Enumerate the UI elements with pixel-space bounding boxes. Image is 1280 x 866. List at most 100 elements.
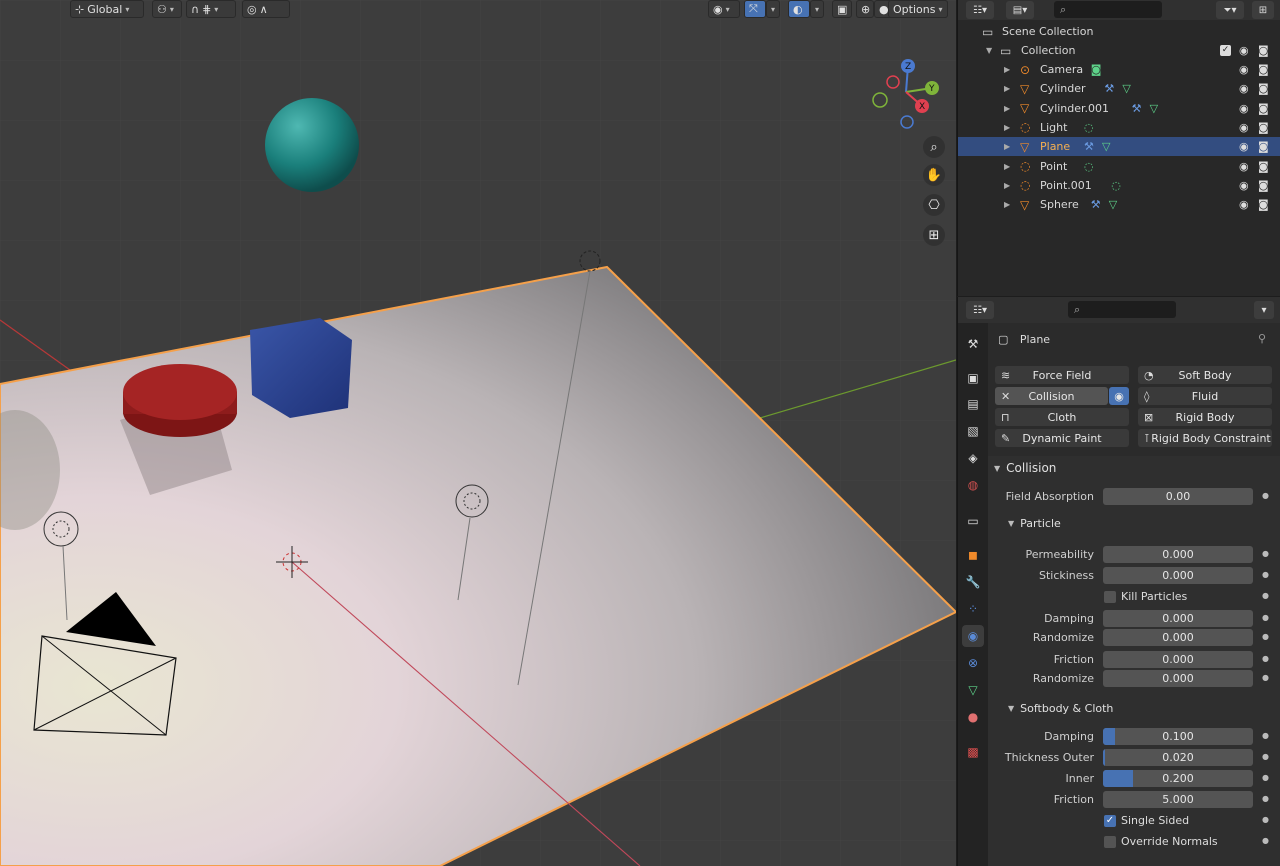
- material-tab-icon[interactable]: ●: [962, 706, 984, 728]
- dynamic-paint-button[interactable]: ✎ Dynamic Paint: [995, 429, 1129, 447]
- keyframe-dot-icon[interactable]: ●: [1262, 836, 1269, 845]
- outliner-row-sphere[interactable]: ▶ ▽ Sphere ⚒ ▽ ◉ ◙: [958, 195, 1280, 214]
- display-mode-button[interactable]: ▤▾: [1006, 1, 1034, 19]
- softbody-subpanel-header[interactable]: ▼ Softbody & Cloth: [1008, 702, 1113, 715]
- orientation-dropdown[interactable]: ⊹ Global ▾: [70, 0, 144, 18]
- outliner-row-camera[interactable]: ▶ ⊙ Camera ◙ ◉ ◙: [958, 60, 1280, 79]
- zoom-icon[interactable]: ⌕: [923, 136, 945, 158]
- thickness-outer-slider[interactable]: 0.020: [1103, 749, 1253, 766]
- expand-arrow-icon[interactable]: ▶: [1004, 200, 1010, 209]
- expand-arrow-icon[interactable]: ▶: [1004, 65, 1010, 74]
- expand-arrow-icon[interactable]: ▶: [1004, 142, 1010, 151]
- output-tab-icon[interactable]: ▤: [962, 393, 984, 415]
- field-absorption-field[interactable]: 0.00: [1103, 488, 1253, 505]
- collapse-arrow-icon[interactable]: ▼: [986, 46, 992, 55]
- viewport-scene[interactable]: [0, 0, 956, 866]
- keyframe-dot-icon[interactable]: ●: [1262, 591, 1269, 600]
- render-camera-icon[interactable]: ◙: [1258, 160, 1269, 173]
- render-camera-icon[interactable]: ◙: [1258, 140, 1269, 153]
- keyframe-dot-icon[interactable]: ●: [1262, 773, 1269, 782]
- keyframe-dot-icon[interactable]: ●: [1262, 613, 1269, 622]
- render-camera-icon[interactable]: ◙: [1258, 121, 1269, 134]
- light-data-icon[interactable]: ◌: [1111, 179, 1121, 192]
- new-collection-button[interactable]: ⊞: [1252, 1, 1274, 19]
- fluid-button[interactable]: ◊ Fluid: [1138, 387, 1272, 405]
- render-camera-icon[interactable]: ◙: [1258, 179, 1269, 192]
- eye-icon[interactable]: ◉: [1239, 198, 1249, 211]
- keyframe-dot-icon[interactable]: ●: [1262, 794, 1269, 803]
- pivot-dropdown[interactable]: ⚇ ▾: [152, 0, 182, 18]
- kill-particles-checkbox[interactable]: Kill Particles: [1104, 590, 1187, 603]
- mesh-data-icon[interactable]: ▽: [1109, 198, 1117, 211]
- collision-button[interactable]: ✕ Collision: [995, 387, 1108, 405]
- friction-randomize-field[interactable]: 0.000: [1103, 670, 1253, 687]
- outliner-row-cylinder[interactable]: ▶ ▽ Cylinder ⚒ ▽ ◉ ◙: [958, 79, 1280, 98]
- 3d-viewport[interactable]: ⊹ Global ▾ ⚇▾ ∩⋕▾ ◎∧ ◉▾ ⤧ ▾ ◐ ▾ ▣ ⊕ ● ◑ …: [0, 0, 956, 866]
- light-data-icon[interactable]: ◌: [1084, 160, 1094, 173]
- camera-view-icon[interactable]: ⎔: [923, 194, 945, 216]
- rigid-body-button[interactable]: ⊠ Rigid Body: [1138, 408, 1272, 426]
- mesh-data-icon[interactable]: ▽: [1122, 82, 1130, 95]
- collision-visibility-toggle[interactable]: ◉: [1109, 387, 1129, 405]
- override-normals-checkbox[interactable]: Override Normals: [1104, 835, 1218, 848]
- overlays-toggle[interactable]: ◐: [788, 0, 810, 18]
- stickiness-field[interactable]: 0.000: [1103, 567, 1253, 584]
- render-camera-icon[interactable]: ◙: [1258, 198, 1269, 211]
- filter-button[interactable]: ⏷▾: [1216, 1, 1244, 19]
- permeability-field[interactable]: 0.000: [1103, 546, 1253, 563]
- keyframe-dot-icon[interactable]: ●: [1262, 654, 1269, 663]
- rigid-body-constraint-button[interactable]: ⊺ Rigid Body Constraint: [1138, 429, 1272, 447]
- single-sided-checkbox[interactable]: ✓ Single Sided: [1104, 814, 1189, 827]
- outliner-search-input[interactable]: ⌕: [1054, 1, 1162, 18]
- light-data-icon[interactable]: ◌: [1084, 121, 1094, 134]
- expand-arrow-icon[interactable]: ▶: [1004, 84, 1010, 93]
- render-camera-icon[interactable]: ◙: [1258, 102, 1269, 115]
- properties-options-button[interactable]: ▾: [1254, 301, 1274, 319]
- outliner-row-collection[interactable]: ▼ ▭ Collection ✓ ◉ ◙: [958, 41, 1280, 60]
- keyframe-dot-icon[interactable]: ●: [1262, 673, 1269, 682]
- editor-type-button[interactable]: ☷▾: [966, 1, 994, 19]
- visibility-dropdown[interactable]: ◉ ▾: [708, 0, 740, 18]
- eye-icon[interactable]: ◉: [1239, 121, 1249, 134]
- wireframe-shading-button[interactable]: ⊕: [856, 0, 874, 18]
- thickness-inner-slider[interactable]: 0.200: [1103, 770, 1253, 787]
- gizmo-toggle[interactable]: ⤧: [744, 0, 766, 18]
- render-camera-icon[interactable]: ◙: [1258, 63, 1269, 76]
- outliner-row-light[interactable]: ▶ ◌ Light ◌ ◉ ◙: [958, 118, 1280, 137]
- eye-icon[interactable]: ◉: [1239, 160, 1249, 173]
- outliner-row-plane[interactable]: ▶ ▽ Plane ⚒ ▽ ◉ ◙: [958, 137, 1280, 157]
- force-field-button[interactable]: ≋ Force Field: [995, 366, 1129, 384]
- render-camera-icon[interactable]: ◙: [1258, 82, 1269, 95]
- keyframe-dot-icon[interactable]: ●: [1262, 815, 1269, 824]
- collection-enable-checkbox[interactable]: ✓: [1220, 45, 1231, 56]
- render-tab-icon[interactable]: ▣: [962, 367, 984, 389]
- editor-type-button[interactable]: ☷▾: [966, 301, 994, 319]
- view-layer-tab-icon[interactable]: ▧: [962, 420, 984, 442]
- softbody-friction-field[interactable]: 5.000: [1103, 791, 1253, 808]
- keyframe-dot-icon[interactable]: ●: [1262, 570, 1269, 579]
- expand-arrow-icon[interactable]: ▶: [1004, 123, 1010, 132]
- eye-icon[interactable]: ◉: [1239, 102, 1249, 115]
- wrench-icon[interactable]: ⚒: [1104, 82, 1114, 95]
- keyframe-dot-icon[interactable]: ●: [1262, 632, 1269, 641]
- tool-tab-icon[interactable]: ⚒: [962, 333, 984, 355]
- eye-icon[interactable]: ◉: [1239, 82, 1249, 95]
- eye-icon[interactable]: ◉: [1239, 179, 1249, 192]
- keyframe-dot-icon[interactable]: ●: [1262, 752, 1269, 761]
- outliner-row-cylinder-001[interactable]: ▶ ▽ Cylinder.001 ⚒ ▽ ◉ ◙: [958, 99, 1280, 118]
- options-dropdown[interactable]: Options ▾: [888, 0, 948, 18]
- camera-data-icon[interactable]: ◙: [1091, 63, 1102, 76]
- pin-icon[interactable]: ⚲: [1258, 332, 1266, 345]
- collection-tab-icon[interactable]: ▭: [962, 510, 984, 532]
- snap-dropdown[interactable]: ∩ ⋕ ▾: [186, 0, 236, 18]
- scene-tab-icon[interactable]: ◈: [962, 447, 984, 469]
- keyframe-dot-icon[interactable]: ●: [1262, 491, 1269, 500]
- expand-arrow-icon[interactable]: ▶: [1004, 104, 1010, 113]
- properties-search-input[interactable]: ⌕: [1068, 301, 1176, 318]
- xray-toggle[interactable]: ▣: [832, 0, 852, 18]
- collision-panel-header[interactable]: ▼ Collision: [988, 457, 1280, 479]
- soft-body-button[interactable]: ◔ Soft Body: [1138, 366, 1272, 384]
- eye-icon[interactable]: ◉: [1239, 44, 1249, 57]
- expand-arrow-icon[interactable]: ▶: [1004, 181, 1010, 190]
- wrench-icon[interactable]: ⚒: [1091, 198, 1101, 211]
